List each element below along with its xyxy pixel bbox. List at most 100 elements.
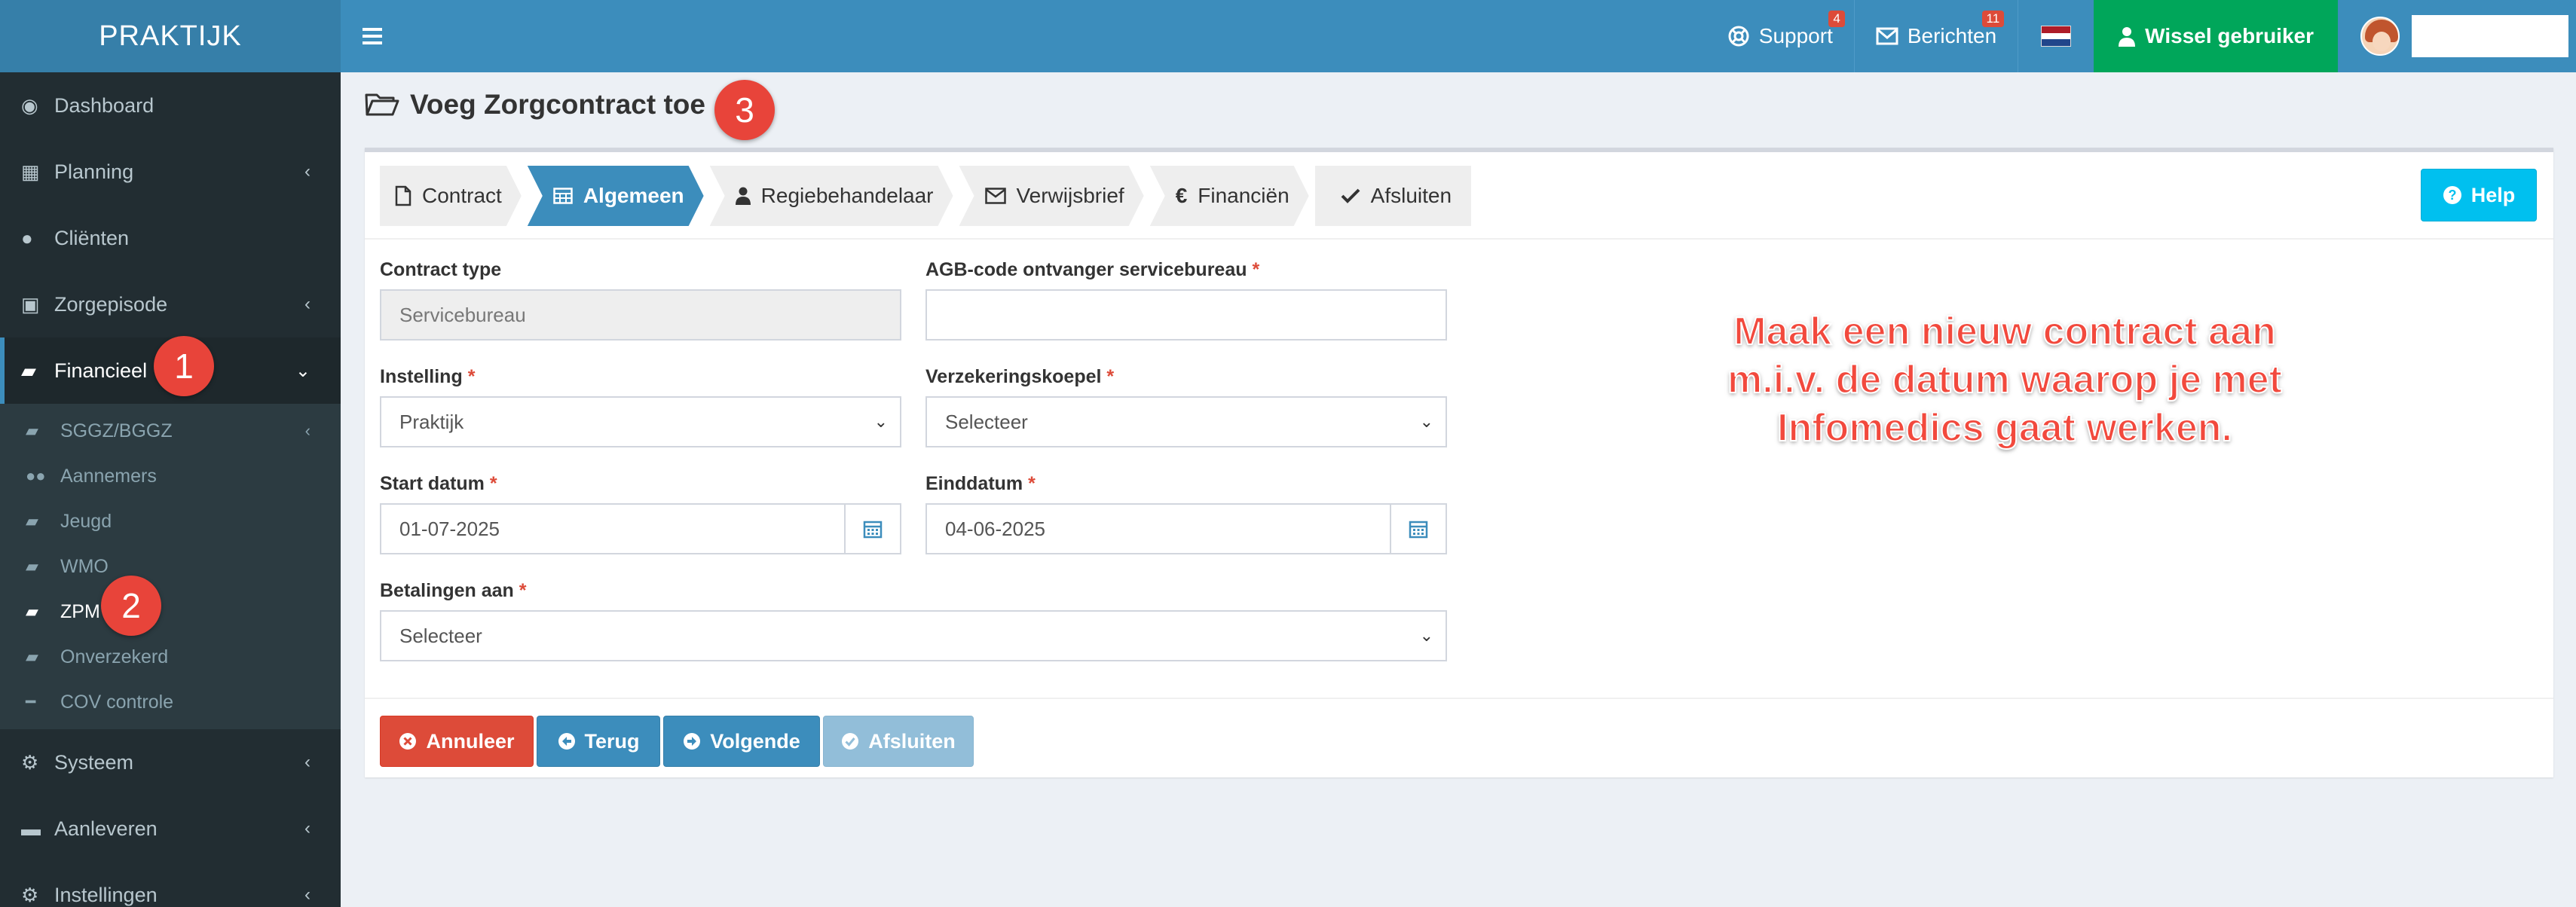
user-menu[interactable] — [2338, 0, 2576, 72]
calendar-icon — [863, 521, 883, 539]
betalingen-aan-select[interactable]: Selecteer ⌄ — [380, 610, 1447, 661]
wizard-step-label: Algemeen — [583, 184, 684, 207]
minus-icon: ━ — [26, 692, 36, 711]
annotation-line-1: Maak een nieuw contract aan — [1733, 309, 2277, 354]
language-flag[interactable] — [2018, 0, 2094, 72]
support-menu[interactable]: Support 4 — [1706, 0, 1854, 72]
submenu-item-cov-controle[interactable]: ━ COV controle — [0, 679, 341, 725]
wizard-step-label: Contract — [422, 184, 502, 207]
submenu-item-zpm[interactable]: ▰ ZPM — [0, 589, 341, 634]
submenu-item-label: Jeugd — [60, 510, 112, 532]
form-box: Contract Algemeen Regiebehandelaar Verwi… — [365, 148, 2553, 777]
support-badge: 4 — [1828, 11, 1845, 27]
sidebar-item-clienten[interactable]: ● Cliënten — [0, 205, 341, 271]
chevron-down-icon: ⌄ — [873, 412, 888, 431]
agb-code-field[interactable] — [925, 289, 1447, 341]
wizard-step-verwijsbrief[interactable]: Verwijsbrief — [959, 166, 1144, 226]
wizard-step-label: Afsluiten — [1370, 184, 1452, 207]
wizard-step-contract[interactable]: Contract — [380, 166, 522, 226]
start-datum-label: Start datum * — [380, 473, 497, 494]
annuleer-label: Annuleer — [426, 729, 515, 753]
help-button[interactable]: ? Help — [2421, 169, 2537, 221]
wizard-step-regiebehandelaar[interactable]: Regiebehandelaar — [710, 166, 953, 226]
submenu-item-jeugd[interactable]: ▰ Jeugd — [0, 499, 341, 544]
menu-toggle-icon[interactable] — [341, 0, 404, 72]
berichten-badge: 11 — [1981, 11, 2005, 27]
app-logo[interactable]: PRAKTIJK — [0, 0, 341, 72]
afsluiten-button[interactable]: Afsluiten — [823, 716, 974, 767]
lifebuoy-icon — [1728, 26, 1749, 47]
contract-type-label: Contract type — [380, 259, 502, 280]
sidebar-item-instellingen[interactable]: ⚙ Instellingen ‹ — [0, 862, 341, 907]
check-icon — [1341, 188, 1360, 203]
chevron-left-icon: ‹ — [304, 818, 311, 838]
volgende-button[interactable]: Volgende — [663, 716, 820, 767]
sidebar-item-zorgepisode[interactable]: ▣ Zorgepisode ‹ — [0, 271, 341, 337]
submenu-item-label: WMO — [60, 555, 109, 577]
top-navbar: Support 4 Berichten 11 Wissel gebruiker — [341, 0, 2576, 72]
chevron-down-icon: ⌄ — [1419, 626, 1433, 645]
agb-code-label: AGB-code ontvanger servicebureau * — [925, 259, 1260, 280]
submenu-item-label: Onverzekerd — [60, 646, 169, 667]
verzekeringskoepel-label: Verzekeringskoepel * — [925, 366, 1115, 387]
sidebar-item-label: Cliënten — [54, 226, 130, 249]
verzekeringskoepel-select[interactable]: Selecteer ⌄ — [925, 396, 1447, 447]
book-icon: ▰ — [26, 557, 38, 576]
divider — [365, 238, 2553, 240]
sidebar-item-aanleveren[interactable]: ▬ Aanleveren ‹ — [0, 796, 341, 862]
wizard-step-afsluiten[interactable]: Afsluiten — [1314, 166, 1472, 226]
medkit-icon: ▣ — [21, 292, 40, 316]
users-icon: ●● — [26, 466, 46, 485]
truck-icon: ▬ — [21, 817, 41, 840]
wissel-gebruiker-button[interactable]: Wissel gebruiker — [2094, 0, 2338, 72]
einddatum-field[interactable]: 04-06-2025 — [925, 503, 1391, 554]
terug-button[interactable]: Terug — [537, 716, 660, 767]
sidebar-item-planning[interactable]: ▦ Planning ‹ — [0, 139, 341, 205]
chevron-left-icon: ‹ — [304, 421, 311, 440]
chevron-left-icon: ‹ — [304, 161, 311, 182]
einddatum-calendar-button[interactable] — [1390, 503, 1447, 554]
submenu-item-label: Aannemers — [60, 465, 157, 487]
book-icon: ▰ — [26, 512, 38, 530]
sidebar-item-label: Zorgepisode — [54, 292, 168, 316]
dutch-flag-icon — [2041, 26, 2072, 47]
book-icon: ▰ — [21, 359, 36, 382]
instelling-select[interactable]: Praktijk ⌄ — [380, 396, 901, 447]
annotation-line-2: m.i.v. de datum waarop je met — [1727, 357, 2283, 402]
start-datum-calendar-button[interactable] — [844, 503, 901, 554]
arrow-circle-right-icon — [684, 733, 701, 750]
terug-label: Terug — [584, 729, 640, 753]
euro-icon: € — [1175, 184, 1188, 207]
calendar-icon: ▦ — [21, 160, 40, 183]
book-icon: ▰ — [26, 647, 38, 666]
submenu-item-onverzekerd[interactable]: ▰ Onverzekerd — [0, 634, 341, 679]
submenu-item-sggz-bggz[interactable]: ▰ SGGZ/BGGZ ‹ — [0, 408, 341, 454]
book-icon: ▰ — [26, 602, 38, 621]
financieel-submenu: ▰ SGGZ/BGGZ ‹ ●● Aannemers ▰ Jeugd ▰ WMO… — [0, 404, 341, 729]
sidebar-item-dashboard[interactable]: ◉ Dashboard — [0, 72, 341, 139]
question-circle-icon: ? — [2443, 186, 2461, 204]
wizard-step-algemeen[interactable]: Algemeen — [528, 166, 704, 226]
einddatum-label: Einddatum * — [925, 473, 1036, 494]
wissel-gebruiker-label: Wissel gebruiker — [2145, 24, 2314, 47]
svg-text:?: ? — [2448, 188, 2456, 203]
annotation-line-3: Infomedics gaat werken. — [1776, 405, 2233, 450]
start-datum-field[interactable]: 01-07-2025 — [380, 503, 846, 554]
wizard-step-label: Verwijsbrief — [1016, 184, 1124, 207]
annuleer-button[interactable]: Annuleer — [380, 716, 534, 767]
sidebar-item-label: Planning — [54, 160, 134, 183]
check-circle-icon — [842, 733, 859, 750]
submenu-item-aannemers[interactable]: ●● Aannemers — [0, 454, 341, 499]
user-icon: ● — [21, 226, 33, 249]
submenu-item-wmo[interactable]: ▰ WMO — [0, 544, 341, 589]
submenu-item-label: SGGZ/BGGZ — [60, 420, 173, 441]
step-badge-1: 1 — [154, 336, 214, 396]
sidebar-item-label: Financieel — [54, 359, 148, 382]
step-badge-2: 2 — [101, 576, 161, 636]
submenu-item-label: COV controle — [60, 691, 174, 713]
user-icon — [736, 187, 751, 205]
wizard-step-label: Financiën — [1198, 184, 1290, 207]
sidebar-item-systeem[interactable]: ⚙ Systeem ‹ — [0, 729, 341, 796]
wizard-step-financien[interactable]: € Financiën — [1150, 166, 1309, 226]
berichten-menu[interactable]: Berichten 11 — [1853, 0, 2018, 72]
